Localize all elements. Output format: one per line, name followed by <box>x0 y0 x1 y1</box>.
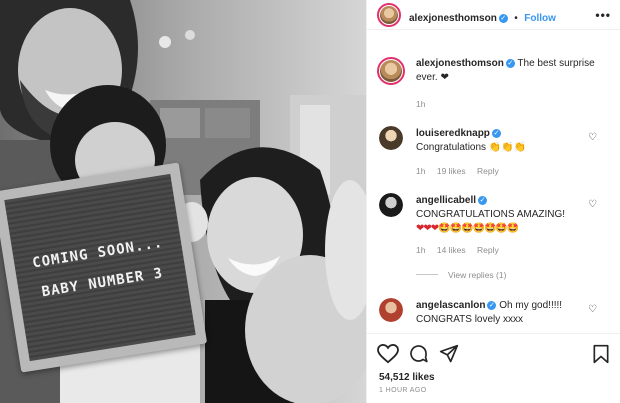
caption-avatar[interactable] <box>377 57 405 85</box>
comment-time[interactable]: 1h <box>416 245 425 255</box>
comment-like-heart-icon[interactable]: ♡ <box>588 304 597 315</box>
heart-icon[interactable] <box>377 344 399 364</box>
comment-username[interactable]: angelascanlon <box>416 300 485 311</box>
comment-time[interactable]: 1h <box>416 166 425 176</box>
verified-icon: ✓ <box>487 301 497 310</box>
verified-icon: ✓ <box>498 14 508 23</box>
post-photo[interactable]: COMING SOON... BABY NUMBER 3 <box>0 0 366 403</box>
author-avatar[interactable] <box>377 3 401 27</box>
comment-like-heart-icon[interactable]: ♡ <box>588 132 597 143</box>
follow-button[interactable]: Follow <box>524 13 556 24</box>
comment-username[interactable]: angellicabell <box>416 195 476 206</box>
comment-likes[interactable]: 14 likes <box>437 245 466 255</box>
comment-text: Congratulations 👏👏👏 <box>416 142 527 153</box>
comment-like-heart-icon[interactable]: ♡ <box>588 199 597 210</box>
comment-text-continued: CONGRATS lovely xxxx <box>416 314 524 325</box>
letterboard: COMING SOON... BABY NUMBER 3 <box>0 162 208 373</box>
verified-icon: ✓ <box>491 129 501 138</box>
view-replies-line <box>416 274 438 275</box>
caption-time[interactable]: 1h <box>416 99 425 109</box>
like-count[interactable]: 54,512 likes <box>379 372 435 383</box>
comment-likes[interactable]: 19 likes <box>437 166 466 176</box>
comment-reply[interactable]: Reply <box>477 245 499 255</box>
commenter-avatar[interactable] <box>379 193 403 217</box>
commenter-avatar[interactable] <box>379 298 403 322</box>
comment-reply[interactable]: Reply <box>477 166 499 176</box>
caption-username[interactable]: alexjonesthomson <box>416 58 504 69</box>
letterboard-felt: COMING SOON... BABY NUMBER 3 <box>4 173 196 362</box>
more-icon[interactable]: ••• <box>595 8 611 22</box>
verified-icon: ✓ <box>505 59 515 68</box>
post-timestamp[interactable]: 1 HOUR AGO <box>379 387 427 394</box>
header-separator: • <box>514 13 518 24</box>
bookmark-icon[interactable] <box>592 344 610 364</box>
comment-text: Oh my god!!!!! <box>499 300 563 311</box>
share-icon[interactable] <box>439 344 459 364</box>
verified-icon: ✓ <box>478 196 488 205</box>
comment-emoji-line: ❤❤❤🤩🤩🤩🤩🤩🤩🤩 <box>416 223 519 234</box>
commenter-avatar[interactable] <box>379 126 403 150</box>
header-username[interactable]: alexjonesthomson <box>409 13 497 24</box>
view-replies-label: View replies (1) <box>448 270 507 280</box>
letterboard-line-2: BABY NUMBER 3 <box>40 264 165 300</box>
post-side-panel: alexjonesthomson ✓ • Follow ••• alexjones… <box>366 0 620 403</box>
letterboard-line-1: COMING SOON... <box>31 234 165 271</box>
post-header: alexjonesthomson ✓ • Follow ••• <box>367 0 620 30</box>
comment-username[interactable]: louiseredknapp <box>416 128 490 139</box>
view-replies-button[interactable]: View replies (1) <box>416 270 506 280</box>
comment-text: CONGRATULATIONS AMAZING! <box>416 209 566 220</box>
comment-icon[interactable] <box>408 344 429 364</box>
